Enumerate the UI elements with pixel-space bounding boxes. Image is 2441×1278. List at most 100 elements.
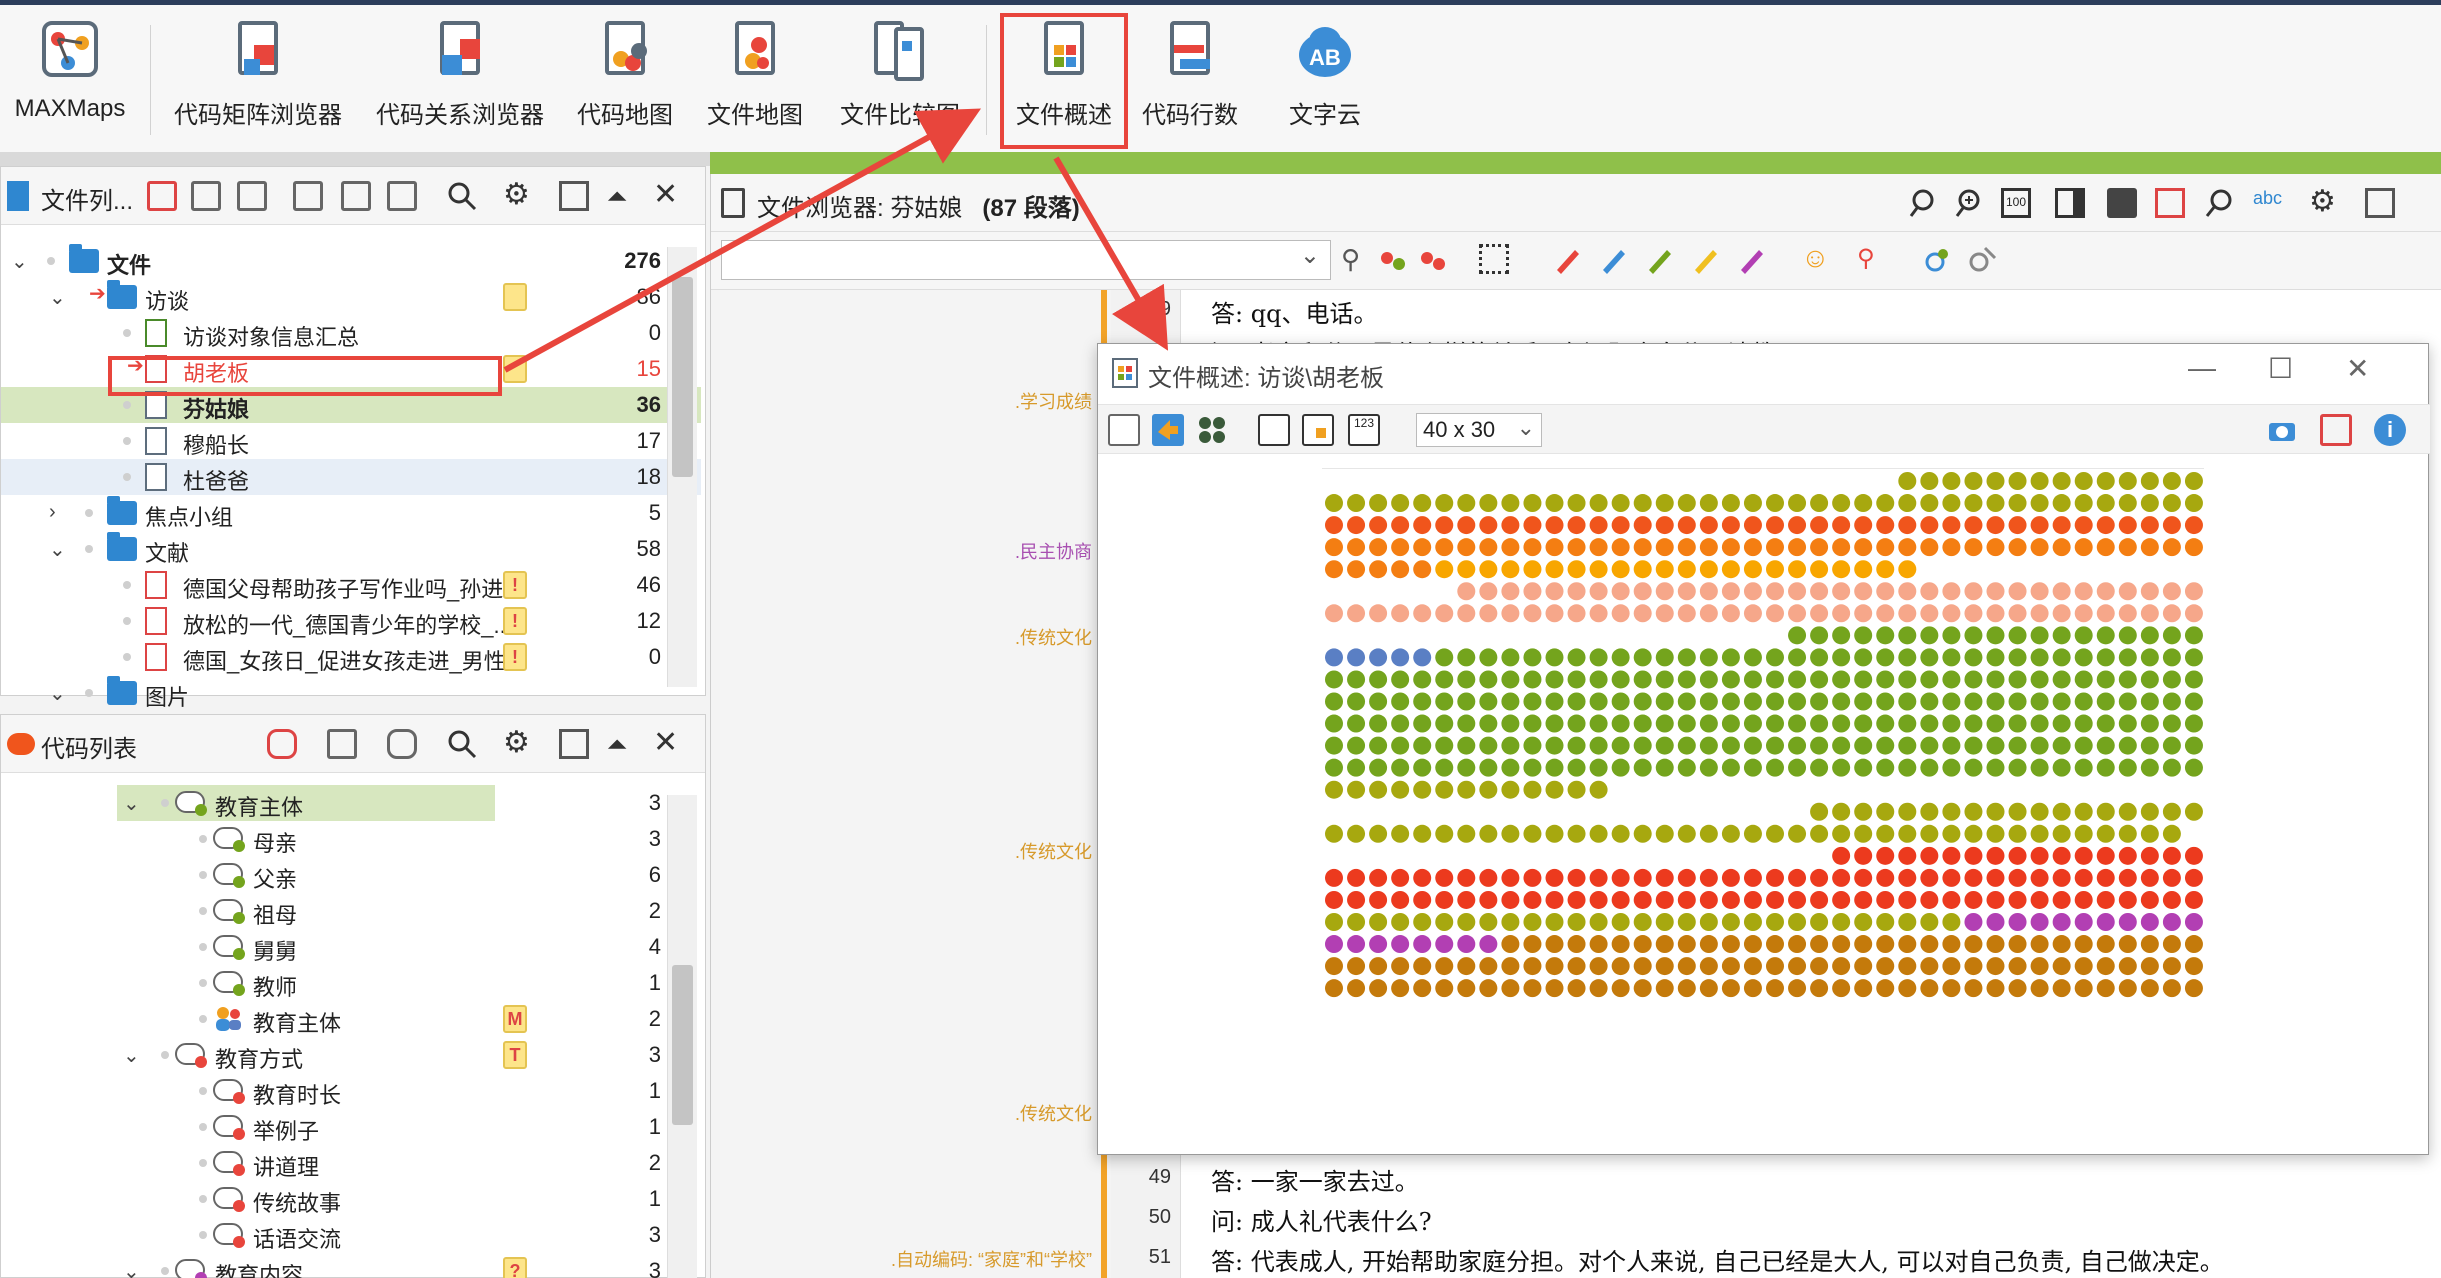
portrait-dot[interactable]: [1964, 758, 1983, 777]
portrait-dot[interactable]: [1347, 758, 1366, 777]
portrait-dot[interactable]: [1413, 824, 1432, 843]
document-paragraph[interactable]: 答: qq、电话。: [1211, 294, 1377, 329]
portrait-dot[interactable]: [1391, 692, 1410, 711]
portrait-dot[interactable]: [2074, 957, 2093, 976]
portrait-dot[interactable]: [1810, 714, 1829, 733]
portrait-dot[interactable]: [1589, 604, 1608, 623]
portrait-dot[interactable]: [2030, 648, 2049, 667]
portrait-dot[interactable]: [1743, 538, 1762, 557]
portrait-dot[interactable]: [2074, 714, 2093, 733]
document-tree-row[interactable]: 穆船长 17: [1, 423, 701, 459]
portrait-dot[interactable]: [2074, 846, 2093, 865]
portrait-dot[interactable]: [2052, 516, 2071, 535]
maximize-button[interactable]: ☐: [2268, 352, 2293, 385]
portrait-dot[interactable]: [1457, 538, 1476, 557]
activation-dot-icon[interactable]: [199, 1087, 207, 1095]
portrait-dot[interactable]: [1876, 846, 1895, 865]
portrait-dot[interactable]: [1325, 670, 1343, 689]
portrait-dot[interactable]: [1589, 868, 1608, 887]
portrait-dot[interactable]: [1633, 935, 1652, 954]
portrait-dot[interactable]: [1589, 692, 1608, 711]
portrait-dot[interactable]: [1523, 604, 1542, 623]
portrait-dot[interactable]: [1898, 736, 1917, 755]
portrait-dot[interactable]: [1810, 758, 1829, 777]
chevron-down-icon[interactable]: ⌄: [49, 681, 66, 706]
portrait-dot[interactable]: [2096, 824, 2115, 843]
portrait-dot[interactable]: [2074, 604, 2093, 623]
portrait-dot[interactable]: [1325, 560, 1343, 579]
portrait-dot[interactable]: [1413, 979, 1432, 998]
portrait-dot[interactable]: [1766, 913, 1784, 931]
portrait-dot[interactable]: [2030, 890, 2049, 909]
portrait-dot[interactable]: [1788, 604, 1807, 623]
pin-icon[interactable]: ⚲: [1341, 244, 1371, 274]
portrait-dot[interactable]: [2162, 692, 2181, 711]
portrait-dot[interactable]: [2096, 758, 2115, 777]
portrait-dot[interactable]: [1920, 582, 1939, 601]
portrait-dot[interactable]: [1942, 758, 1961, 777]
portrait-dot[interactable]: [1611, 913, 1630, 931]
portrait-dot[interactable]: [2162, 758, 2181, 777]
portrait-dot[interactable]: [2052, 979, 2071, 998]
portrait-dot[interactable]: [1567, 714, 1586, 733]
portrait-dot[interactable]: [1920, 538, 1939, 557]
portrait-dot[interactable]: [1413, 670, 1432, 689]
portrait-dot[interactable]: [1677, 935, 1696, 954]
portrait-dot[interactable]: [2052, 670, 2071, 689]
portrait-dot[interactable]: [1743, 714, 1762, 733]
portrait-dot[interactable]: [2162, 979, 2181, 998]
portrait-dot[interactable]: [1633, 714, 1652, 733]
blue-highlighter-icon[interactable]: [1597, 244, 1627, 274]
portrait-dot[interactable]: [1854, 957, 1873, 976]
portrait-dot[interactable]: [1479, 736, 1498, 755]
portrait-dot[interactable]: [1611, 890, 1630, 909]
portrait-dot[interactable]: [1986, 802, 2005, 821]
portrait-dot[interactable]: [1788, 670, 1807, 689]
activation-dot-icon[interactable]: [85, 688, 93, 697]
portrait-dot[interactable]: [1523, 957, 1542, 976]
portrait-dot[interactable]: [1810, 626, 1829, 645]
portrait-dot[interactable]: [1369, 935, 1388, 954]
portrait-dot[interactable]: [1677, 692, 1696, 711]
portrait-dot[interactable]: [1854, 846, 1873, 865]
portrait-dot[interactable]: [1854, 802, 1873, 821]
portrait-dot[interactable]: [1810, 516, 1829, 535]
portrait-dot[interactable]: [1942, 736, 1961, 755]
portrait-dot[interactable]: [1898, 824, 1917, 843]
portrait-dot[interactable]: [2008, 736, 2027, 755]
portrait-dot[interactable]: [2052, 824, 2071, 843]
portrait-dot[interactable]: [1545, 670, 1564, 689]
code-pin-icon[interactable]: ⚲: [1857, 244, 1887, 274]
portrait-dot[interactable]: [1677, 758, 1696, 777]
collapse-icon[interactable]: ⏶: [607, 181, 637, 211]
portrait-dot[interactable]: [2184, 516, 2203, 535]
document-tree-row[interactable]: ⌄ 文献 58: [1, 531, 701, 567]
portrait-dot[interactable]: [2184, 692, 2203, 711]
portrait-dot[interactable]: [1413, 890, 1432, 909]
portrait-dot[interactable]: [2052, 626, 2071, 645]
portrait-dot[interactable]: [1699, 758, 1718, 777]
portrait-dot[interactable]: [1743, 670, 1762, 689]
portrait-dot[interactable]: [2140, 472, 2159, 490]
portrait-dot[interactable]: [1347, 736, 1366, 755]
memo-icon[interactable]: [503, 282, 527, 311]
portrait-dot[interactable]: [1633, 957, 1652, 976]
spellcheck-icon[interactable]: abc: [2253, 188, 2283, 218]
portrait-dot[interactable]: [2074, 979, 2093, 998]
portrait-dot[interactable]: [1655, 516, 1674, 535]
portrait-dot[interactable]: [1501, 516, 1520, 535]
portrait-dot[interactable]: [1743, 736, 1762, 755]
portrait-dot[interactable]: [1567, 516, 1586, 535]
chevron-down-icon[interactable]: ⌄: [123, 791, 140, 816]
portrait-dot[interactable]: [1986, 626, 2005, 645]
portrait-dot[interactable]: [1920, 692, 1939, 711]
portrait-dot[interactable]: [2074, 692, 2093, 711]
doc-search-icon[interactable]: [2205, 188, 2235, 218]
portrait-dot[interactable]: [2162, 626, 2181, 645]
info-icon[interactable]: i: [2374, 414, 2406, 446]
portrait-dot[interactable]: [1986, 582, 2005, 601]
portrait-dot[interactable]: [1942, 604, 1961, 623]
portrait-dot[interactable]: [1721, 736, 1740, 755]
portrait-dot[interactable]: [1545, 692, 1564, 711]
portrait-dot[interactable]: [2184, 868, 2203, 887]
